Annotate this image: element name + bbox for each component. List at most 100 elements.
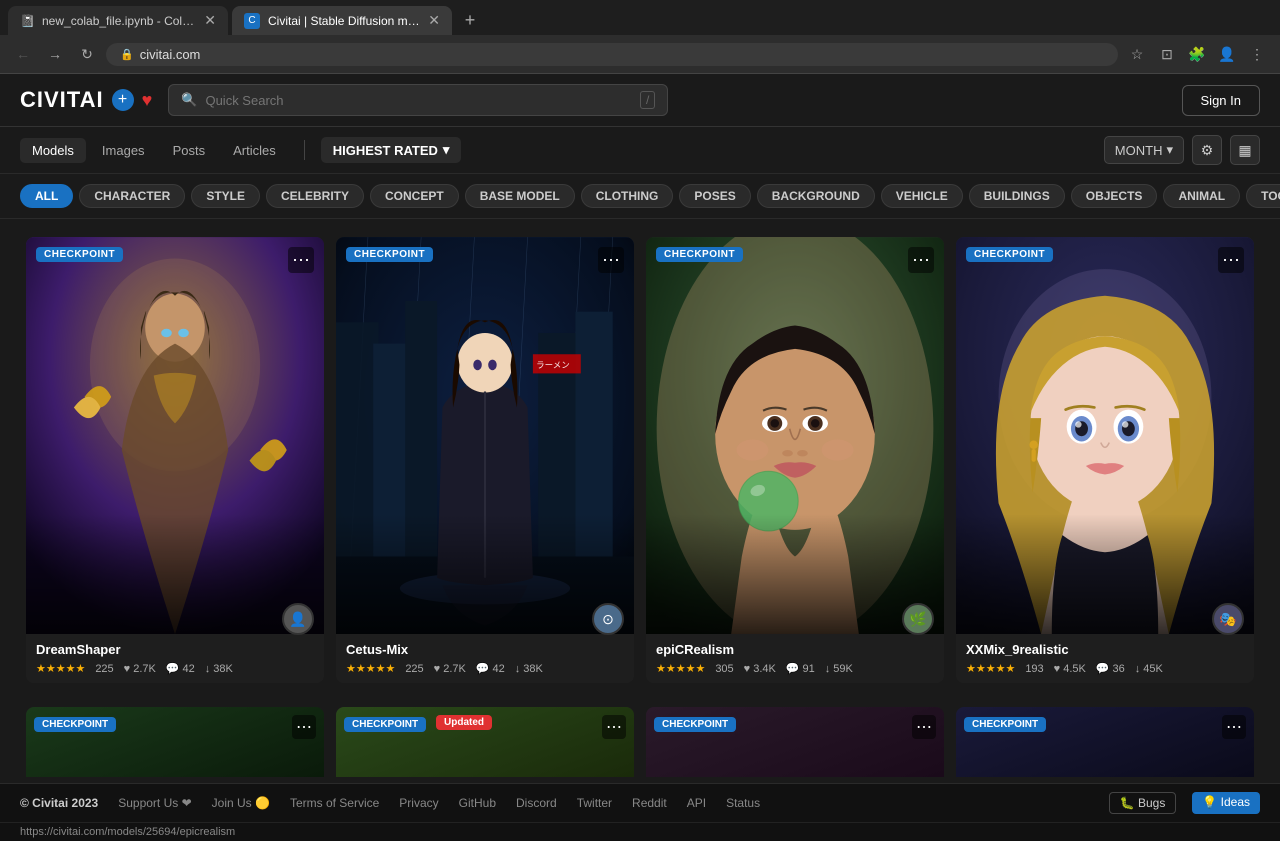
comments-epicrealism: 💬 91: [786, 662, 815, 675]
cat-clothing[interactable]: CLOTHING: [581, 184, 674, 208]
tab-2-close[interactable]: ✕: [428, 12, 440, 29]
card-stats-dreamshaper: ★★★★★ 225 ♥ 2.7K 💬 42 ↓ 38K: [36, 662, 314, 675]
card-menu-cetus-mix[interactable]: ⋯: [598, 247, 624, 273]
time-filter-button[interactable]: MONTH ▾: [1104, 136, 1184, 164]
card-menu-epicrealism[interactable]: ⋯: [908, 247, 934, 273]
card-image-xxmix9: [956, 237, 1254, 634]
bottom-menu-4[interactable]: ⋯: [1222, 715, 1246, 739]
stars-xxmix9: ★★★★★: [966, 662, 1015, 675]
filter-icon-button[interactable]: ⚙: [1192, 135, 1222, 165]
search-bar[interactable]: 🔍 /: [168, 84, 668, 116]
bottom-card-2[interactable]: CHECKPOINT Updated ⋯: [336, 707, 634, 777]
join-us-link[interactable]: Join Us 🟡: [212, 796, 270, 810]
browser-chrome: 📓 new_colab_file.ipynb - Collabora... ✕ …: [0, 0, 1280, 74]
xxmix9-artwork: [956, 237, 1254, 634]
cat-buildings[interactable]: BUILDINGS: [969, 184, 1065, 208]
extensions-icon: 🧩: [1188, 46, 1205, 63]
support-us-link[interactable]: Support Us ❤: [118, 796, 191, 810]
card-badge-cetus-mix: CHECKPOINT: [346, 247, 433, 262]
terms-link[interactable]: Terms of Service: [290, 796, 379, 810]
ideas-button[interactable]: 💡 Ideas: [1192, 792, 1260, 814]
tab-1-close[interactable]: ✕: [204, 12, 216, 29]
discord-link[interactable]: Discord: [516, 796, 557, 810]
api-link[interactable]: API: [687, 796, 706, 810]
filter-bar: Models Images Posts Articles HIGHEST RAT…: [0, 127, 1280, 174]
refresh-button[interactable]: ↻: [74, 41, 100, 67]
tab-models[interactable]: Models: [20, 138, 86, 163]
site-logo[interactable]: CIVITAI: [20, 87, 104, 113]
forward-button[interactable]: →: [42, 41, 68, 67]
time-chevron-icon: ▾: [1166, 142, 1173, 158]
browser-menu-button[interactable]: ⋮: [1244, 41, 1270, 67]
likes-epicrealism: ♥ 3.4K: [744, 663, 776, 675]
model-card-dreamshaper[interactable]: CHECKPOINT ⋯ 👤 DreamShaper ★★★★★ 225 ♥ 2…: [26, 237, 324, 683]
new-tab-button[interactable]: +: [456, 7, 484, 35]
cat-style[interactable]: STYLE: [191, 184, 260, 208]
github-link[interactable]: GitHub: [459, 796, 496, 810]
card-stats-xxmix9: ★★★★★ 193 ♥ 4.5K 💬 36 ↓ 45K: [966, 662, 1244, 675]
cat-poses[interactable]: POSES: [679, 184, 750, 208]
search-input[interactable]: [205, 93, 631, 108]
cat-concept[interactable]: CONCEPT: [370, 184, 459, 208]
comments-xxmix9: 💬 36: [1096, 662, 1125, 675]
card-stats-cetus-mix: ★★★★★ 225 ♥ 2.7K 💬 42 ↓ 38K: [346, 662, 624, 675]
bottom-card-4[interactable]: CHECKPOINT ⋯: [956, 707, 1254, 777]
comments-cetus-mix: 💬 42: [476, 662, 505, 675]
tab-2[interactable]: C Civitai | Stable Diffusion models... ✕: [232, 6, 452, 35]
cat-celebrity[interactable]: CELEBRITY: [266, 184, 364, 208]
profile-button[interactable]: 👤: [1214, 41, 1240, 67]
rating-count-xxmix9: 193: [1025, 663, 1043, 675]
bottom-menu-2[interactable]: ⋯: [602, 715, 626, 739]
stars-cetus-mix: ★★★★★: [346, 662, 395, 675]
cat-base-model[interactable]: BASE MODEL: [465, 184, 575, 208]
bottom-menu-1[interactable]: ⋯: [292, 715, 316, 739]
favorites-icon[interactable]: ♥: [142, 90, 153, 111]
bottom-menu-3[interactable]: ⋯: [912, 715, 936, 739]
bookmark-button[interactable]: ☆: [1124, 41, 1150, 67]
cetus-mix-artwork: ラーメン: [336, 237, 634, 634]
extensions-button[interactable]: 🧩: [1184, 41, 1210, 67]
grid-view-button[interactable]: ▦: [1230, 135, 1260, 165]
card-name-cetus-mix: Cetus-Mix: [346, 642, 624, 657]
tab-search-button[interactable]: ⊡: [1154, 41, 1180, 67]
privacy-link[interactable]: Privacy: [399, 796, 438, 810]
bugs-button[interactable]: 🐛 Bugs: [1109, 792, 1177, 814]
tab-articles[interactable]: Articles: [221, 138, 288, 163]
cat-objects[interactable]: OBJECTS: [1071, 184, 1158, 208]
tab-bar: 📓 new_colab_file.ipynb - Collabora... ✕ …: [0, 0, 1280, 35]
sign-in-button[interactable]: Sign In: [1182, 85, 1260, 116]
bottom-card-3[interactable]: CHECKPOINT ⋯: [646, 707, 944, 777]
stars-epicrealism: ★★★★★: [656, 662, 705, 675]
dreamshaper-artwork: [26, 237, 324, 634]
cat-all[interactable]: ALL: [20, 184, 73, 208]
reddit-link[interactable]: Reddit: [632, 796, 667, 810]
tab-images[interactable]: Images: [90, 138, 157, 163]
twitter-link[interactable]: Twitter: [577, 796, 612, 810]
cat-tool[interactable]: TOOL: [1246, 184, 1280, 208]
status-link[interactable]: Status: [726, 796, 760, 810]
card-menu-dreamshaper[interactable]: ⋯: [288, 247, 314, 273]
tab-1-title: new_colab_file.ipynb - Collabora...: [42, 14, 196, 28]
tab-1[interactable]: 📓 new_colab_file.ipynb - Collabora... ✕: [8, 6, 228, 35]
tab-posts[interactable]: Posts: [161, 138, 218, 163]
address-bar[interactable]: 🔒 civitai.com: [106, 43, 1118, 66]
cat-background[interactable]: BACKGROUND: [757, 184, 875, 208]
cat-vehicle[interactable]: VEHICLE: [881, 184, 963, 208]
svg-text:ラーメン: ラーメン: [536, 360, 570, 370]
sort-label: HIGHEST RATED: [333, 143, 438, 158]
lock-icon: 🔒: [120, 48, 134, 61]
model-card-cetus-mix[interactable]: ラーメン C: [336, 237, 634, 683]
back-button[interactable]: ←: [10, 41, 36, 67]
bottom-card-1[interactable]: CHECKPOINT ⋯: [26, 707, 324, 777]
tab-1-favicon: 📓: [20, 14, 34, 28]
add-button[interactable]: +: [112, 89, 134, 111]
sort-button[interactable]: HIGHEST RATED ▾: [321, 137, 462, 163]
card-menu-xxmix9[interactable]: ⋯: [1218, 247, 1244, 273]
likes-dreamshaper: ♥ 2.7K: [124, 663, 156, 675]
model-card-epicrealism[interactable]: CHECKPOINT ⋯ 🌿 epiCRealism ★★★★★ 305 ♥ 3…: [646, 237, 944, 683]
address-text: civitai.com: [140, 47, 201, 62]
cat-animal[interactable]: ANIMAL: [1163, 184, 1240, 208]
cat-character[interactable]: CHARACTER: [79, 184, 185, 208]
model-card-xxmix9[interactable]: CHECKPOINT ⋯ 🎭 XXMix_9realistic ★★★★★ 19…: [956, 237, 1254, 683]
category-bar: ALL CHARACTER STYLE CELEBRITY CONCEPT BA…: [0, 174, 1280, 219]
